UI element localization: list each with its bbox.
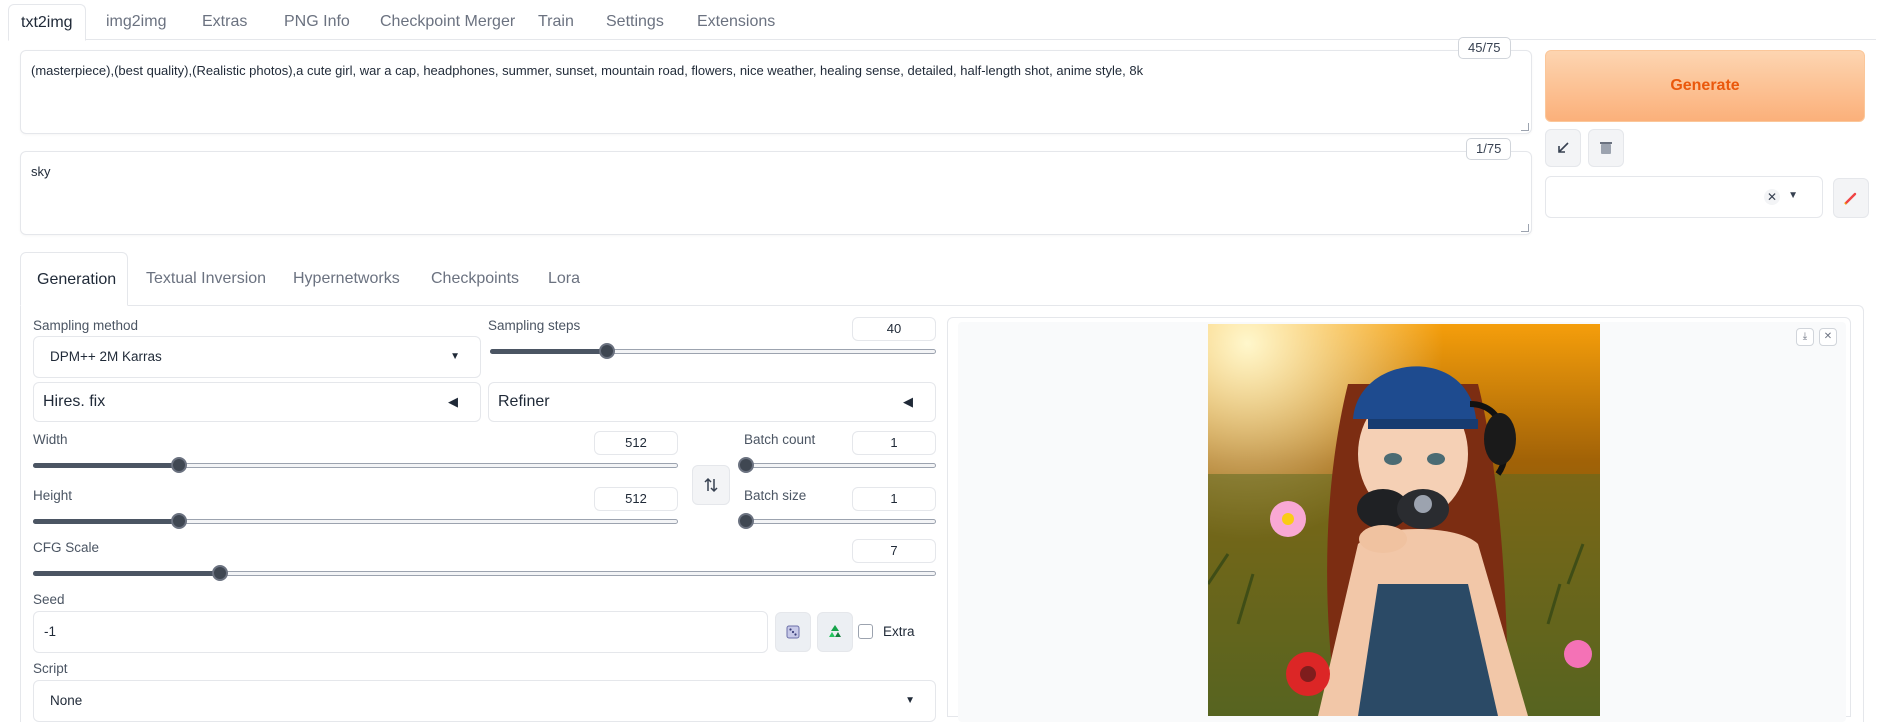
slider-fill — [33, 571, 220, 576]
slider-thumb[interactable] — [211, 565, 228, 581]
negative-token-counter: 1/75 — [1466, 138, 1512, 160]
trash-icon — [1600, 142, 1612, 154]
slider-track — [746, 519, 936, 524]
pencil-icon — [1844, 192, 1857, 205]
sampling-method-dropdown[interactable]: DPM++ 2M Karras ▼ — [33, 336, 481, 378]
slider-thumb[interactable] — [170, 513, 187, 529]
sampling-method-label: Sampling method — [33, 318, 139, 333]
chevron-down-icon: ▼ — [905, 695, 915, 706]
script-value: None — [50, 693, 83, 708]
tab-hypernetworks[interactable]: Hypernetworks — [277, 252, 416, 306]
tab-checkpoints[interactable]: Checkpoints — [415, 252, 535, 306]
sampling-method-value: DPM++ 2M Karras — [50, 349, 162, 364]
batch-count-label: Batch count — [744, 432, 816, 447]
batch-count-input[interactable]: 1 — [852, 431, 936, 455]
prompt-field[interactable] — [20, 50, 1532, 134]
generate-button[interactable]: Generate — [1545, 50, 1865, 122]
tab-generation[interactable]: Generation — [20, 252, 128, 306]
tab-textual-inversion[interactable]: Textual Inversion — [130, 252, 282, 306]
cfg-scale-input[interactable]: 7 — [852, 539, 936, 563]
resize-grip-icon[interactable] — [1521, 224, 1529, 232]
sampling-steps-input[interactable]: 40 — [852, 317, 936, 341]
negative-prompt-textarea[interactable] — [21, 152, 1531, 234]
slider-fill — [33, 463, 179, 468]
extra-seed-checkbox[interactable] — [858, 624, 873, 639]
read-params-button[interactable] — [1545, 129, 1581, 167]
arrow-down-left-icon — [1558, 142, 1569, 153]
slider-fill — [33, 519, 179, 524]
script-dropdown[interactable]: None ▼ — [33, 680, 936, 722]
dice-icon — [786, 625, 800, 639]
hires-fix-label: Hires. fix — [43, 393, 106, 410]
height-label: Height — [33, 488, 73, 503]
refiner-accordion[interactable]: Refiner ◀ — [488, 382, 936, 422]
cfg-scale-label: CFG Scale — [33, 540, 100, 555]
seed-label: Seed — [33, 592, 65, 607]
refiner-label: Refiner — [498, 393, 550, 410]
sampling-steps-label: Sampling steps — [488, 318, 581, 333]
download-icon[interactable]: ⤓ — [1796, 328, 1814, 346]
tab-extras[interactable]: Extras — [190, 4, 259, 41]
tab-train[interactable]: Train — [526, 4, 586, 41]
slider-track — [746, 463, 936, 468]
width-input[interactable]: 512 — [594, 431, 678, 455]
batch-size-label: Batch size — [744, 488, 807, 503]
reuse-seed-button[interactable] — [817, 612, 853, 652]
swap-dimensions-button[interactable] — [692, 465, 730, 505]
height-slider[interactable] — [33, 513, 678, 529]
generated-image-illustration — [1208, 324, 1600, 716]
batch-size-input[interactable]: 1 — [852, 487, 936, 511]
hires-fix-accordion[interactable]: Hires. fix ◀ — [33, 382, 481, 422]
tab-lora[interactable]: Lora — [532, 252, 596, 306]
seed-input[interactable]: -1 — [33, 611, 768, 653]
swap-arrows-icon — [704, 477, 718, 493]
tab-settings[interactable]: Settings — [594, 4, 676, 41]
collapse-triangle-icon: ◀ — [448, 394, 458, 409]
top-tab-bar: txt2img img2img Extras PNG Info Checkpoi… — [8, 4, 1876, 41]
clear-icon[interactable]: ✕ — [1764, 189, 1780, 205]
cfg-scale-slider[interactable] — [33, 565, 936, 581]
width-slider[interactable] — [33, 457, 678, 473]
styles-select[interactable]: ✕ ▼ — [1545, 176, 1823, 218]
close-icon[interactable]: ✕ — [1819, 328, 1837, 346]
negative-prompt-field[interactable] — [20, 151, 1532, 235]
collapse-triangle-icon: ◀ — [903, 394, 913, 409]
chevron-down-icon: ▼ — [450, 351, 460, 362]
generated-image[interactable] — [1208, 324, 1600, 716]
slider-thumb[interactable] — [738, 457, 754, 473]
tab-checkpoint-merger[interactable]: Checkpoint Merger — [368, 4, 527, 41]
resize-grip-icon[interactable] — [1521, 123, 1529, 131]
chevron-down-icon[interactable]: ▼ — [1788, 190, 1798, 201]
slider-thumb[interactable] — [738, 513, 754, 529]
prompt-textarea[interactable] — [21, 51, 1531, 133]
slider-thumb[interactable] — [170, 457, 187, 473]
extra-seed-label: Extra — [883, 624, 915, 639]
tab-txt2img[interactable]: txt2img — [8, 4, 86, 41]
tab-png-info[interactable]: PNG Info — [272, 4, 362, 41]
width-label: Width — [33, 432, 68, 447]
prompt-token-counter: 45/75 — [1458, 37, 1511, 59]
batch-size-slider[interactable] — [738, 513, 936, 529]
tab-img2img[interactable]: img2img — [94, 4, 178, 41]
batch-count-slider[interactable] — [738, 457, 936, 473]
random-seed-button[interactable] — [775, 612, 811, 652]
tab-extensions[interactable]: Extensions — [685, 4, 787, 41]
slider-fill — [490, 349, 607, 354]
script-label: Script — [33, 661, 68, 676]
recycle-icon — [829, 625, 841, 637]
sampling-steps-slider[interactable] — [490, 343, 936, 359]
height-input[interactable]: 512 — [594, 487, 678, 511]
clear-prompt-button[interactable] — [1588, 129, 1624, 167]
edit-styles-button[interactable] — [1833, 178, 1869, 218]
slider-thumb[interactable] — [598, 343, 615, 359]
